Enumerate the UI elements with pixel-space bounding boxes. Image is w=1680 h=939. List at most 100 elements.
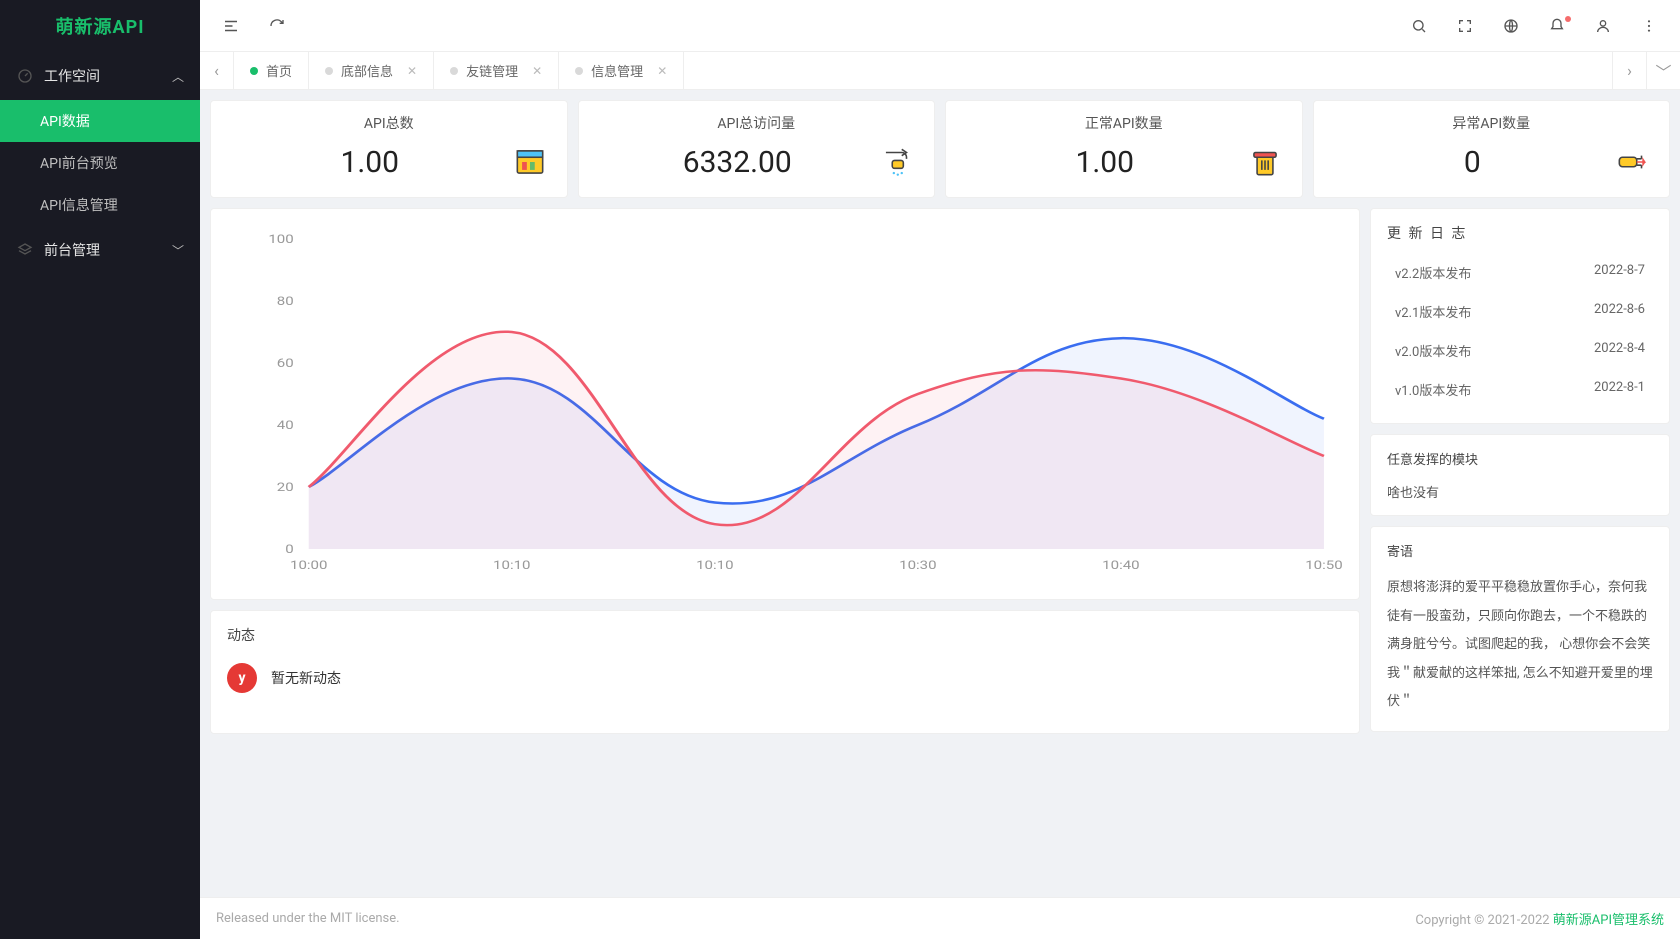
tabs-bar: ‹ 首页 底部信息 ✕ 友链管理 ✕ 信息管理 ✕ › ﹀ [200, 52, 1680, 90]
quote-body: 原想将澎湃的爱平平稳稳放置你手心，奈何我徒有一股蛮劲，只顾向你跑去，一个不稳跌的… [1387, 574, 1653, 717]
tab-dot [575, 67, 583, 75]
svg-text:60: 60 [277, 356, 294, 370]
activity-panel: 动态 y 暂无新动态 [210, 610, 1360, 734]
sidebar-item-api-manage[interactable]: API信息管理 [0, 184, 200, 226]
stat-title: API总数 [229, 113, 549, 133]
tabs-scroll-left[interactable]: ‹ [200, 52, 234, 89]
search-icon[interactable] [1410, 17, 1428, 35]
changelog-text: v1.0版本发布 [1395, 380, 1471, 399]
refresh-icon[interactable] [268, 17, 286, 35]
tab-item[interactable]: 首页 [234, 52, 309, 89]
free-panel: 任意发挥的模块 啥也没有 [1370, 434, 1670, 516]
stat-value: 1.00 [964, 145, 1246, 180]
sidebar-group-workspace[interactable]: 工作空间 ︿ [0, 52, 200, 100]
svg-text:100: 100 [268, 232, 293, 246]
stat-card: 正常API数量 1.00 [945, 100, 1303, 198]
stat-icon [878, 143, 916, 181]
language-icon[interactable] [1502, 17, 1520, 35]
changelog-date: 2022-8-4 [1594, 341, 1645, 360]
svg-text:40: 40 [277, 418, 294, 432]
tabs-scroll-right[interactable]: › [1612, 52, 1646, 89]
avatar: y [227, 663, 257, 693]
footer-left: Released under the MIT license. [216, 911, 400, 926]
chevron-down-icon: ﹀ [172, 242, 184, 259]
close-icon[interactable]: ✕ [407, 64, 417, 78]
tab-dot [250, 67, 258, 75]
activity-title: 动态 [227, 625, 1343, 645]
changelog-text: v2.0版本发布 [1395, 341, 1471, 360]
fullscreen-icon[interactable] [1456, 17, 1474, 35]
stat-value: 1.00 [229, 145, 511, 180]
changelog-date: 2022-8-6 [1594, 302, 1645, 321]
close-icon[interactable]: ✕ [532, 64, 542, 78]
svg-text:10:30: 10:30 [899, 558, 936, 572]
tab-item[interactable]: 信息管理 ✕ [559, 52, 684, 89]
sidebar-group-frontend[interactable]: 前台管理 ﹀ [0, 226, 200, 274]
more-icon[interactable] [1640, 17, 1658, 35]
user-icon[interactable] [1594, 17, 1612, 35]
stat-icon [511, 143, 549, 181]
tab-dot [450, 67, 458, 75]
changelog-row[interactable]: v2.2版本发布 2022-8-7 [1387, 253, 1653, 292]
traffic-chart-panel: 0 20 40 60 80 100 10:00 10:10 10:10 10:30 10:40 10:… [210, 208, 1360, 600]
stat-card: API总数 1.00 [210, 100, 568, 198]
tab-label: 首页 [266, 61, 292, 80]
changelog-text: v2.1版本发布 [1395, 302, 1471, 321]
stat-title: 异常API数量 [1332, 113, 1652, 133]
stat-title: 正常API数量 [964, 113, 1284, 133]
changelog-text: v2.2版本发布 [1395, 263, 1471, 282]
svg-text:10:40: 10:40 [1102, 558, 1139, 572]
quote-title: 寄语 [1387, 541, 1653, 560]
free-panel-title: 任意发挥的模块 [1387, 449, 1653, 468]
menu-collapse-icon[interactable] [222, 17, 240, 35]
svg-text:10:50: 10:50 [1305, 558, 1342, 572]
svg-text:10:00: 10:00 [290, 558, 327, 572]
tab-dot [325, 67, 333, 75]
changelog-row[interactable]: v2.1版本发布 2022-8-6 [1387, 292, 1653, 331]
tab-label: 友链管理 [466, 61, 518, 80]
stat-card: 异常API数量 0 [1313, 100, 1671, 198]
sidebar-item-api-data[interactable]: API数据 [0, 100, 200, 142]
changelog-title: 更 新 日 志 [1387, 223, 1653, 243]
stat-icon [1246, 143, 1284, 181]
changelog-panel: 更 新 日 志 v2.2版本发布 2022-8-7 v2.1版本发布 2022-8-6… [1370, 208, 1670, 424]
changelog-row[interactable]: v2.0版本发布 2022-8-4 [1387, 331, 1653, 370]
sidebar-group-label: 工作空间 [44, 66, 100, 86]
tab-label: 信息管理 [591, 61, 643, 80]
stat-title: API总访问量 [597, 113, 917, 133]
tab-item[interactable]: 底部信息 ✕ [309, 52, 434, 89]
sidebar: 萌新源API 工作空间 ︿ API数据 API前台预览 API信息管理 [0, 0, 200, 939]
stat-icon [1613, 143, 1651, 181]
chevron-up-icon: ︿ [172, 68, 184, 85]
close-icon[interactable]: ✕ [657, 64, 667, 78]
changelog-date: 2022-8-7 [1594, 263, 1645, 282]
sidebar-menu: 工作空间 ︿ API数据 API前台预览 API信息管理 前台管理 ﹀ [0, 52, 200, 939]
quote-panel: 寄语 原想将澎湃的爱平平稳稳放置你手心，奈何我徒有一股蛮劲，只顾向你跑去，一个不… [1370, 526, 1670, 732]
sidebar-item-api-preview[interactable]: API前台预览 [0, 142, 200, 184]
stat-value: 6332.00 [597, 145, 879, 180]
topbar [200, 0, 1680, 52]
tab-item[interactable]: 友链管理 ✕ [434, 52, 559, 89]
activity-empty-text: 暂无新动态 [271, 668, 341, 688]
changelog-row[interactable]: v1.0版本发布 2022-8-1 [1387, 370, 1653, 409]
stat-card: API总访问量 6332.00 [578, 100, 936, 198]
svg-text:20: 20 [277, 480, 294, 494]
free-panel-body: 啥也没有 [1387, 482, 1653, 501]
svg-text:10:10: 10:10 [493, 558, 530, 572]
brand-logo: 萌新源API [0, 0, 200, 52]
notification-dot [1565, 16, 1571, 22]
bell-icon[interactable] [1548, 17, 1566, 35]
sidebar-group-label: 前台管理 [44, 240, 100, 260]
svg-text:80: 80 [277, 294, 294, 308]
footer-link[interactable]: 萌新源API管理系统 [1553, 913, 1664, 928]
footer: Released under the MIT license. Copyrigh… [200, 897, 1680, 939]
svg-text:0: 0 [285, 542, 293, 556]
dashboard-icon [16, 67, 34, 85]
stat-value: 0 [1332, 145, 1614, 180]
footer-right: Copyright © 2021-2022 萌新源API管理系统 [1415, 909, 1664, 928]
changelog-date: 2022-8-1 [1594, 380, 1645, 399]
tab-label: 底部信息 [341, 61, 393, 80]
svg-text:10:10: 10:10 [696, 558, 733, 572]
layers-icon [16, 241, 34, 259]
tabs-dropdown[interactable]: ﹀ [1646, 52, 1680, 89]
